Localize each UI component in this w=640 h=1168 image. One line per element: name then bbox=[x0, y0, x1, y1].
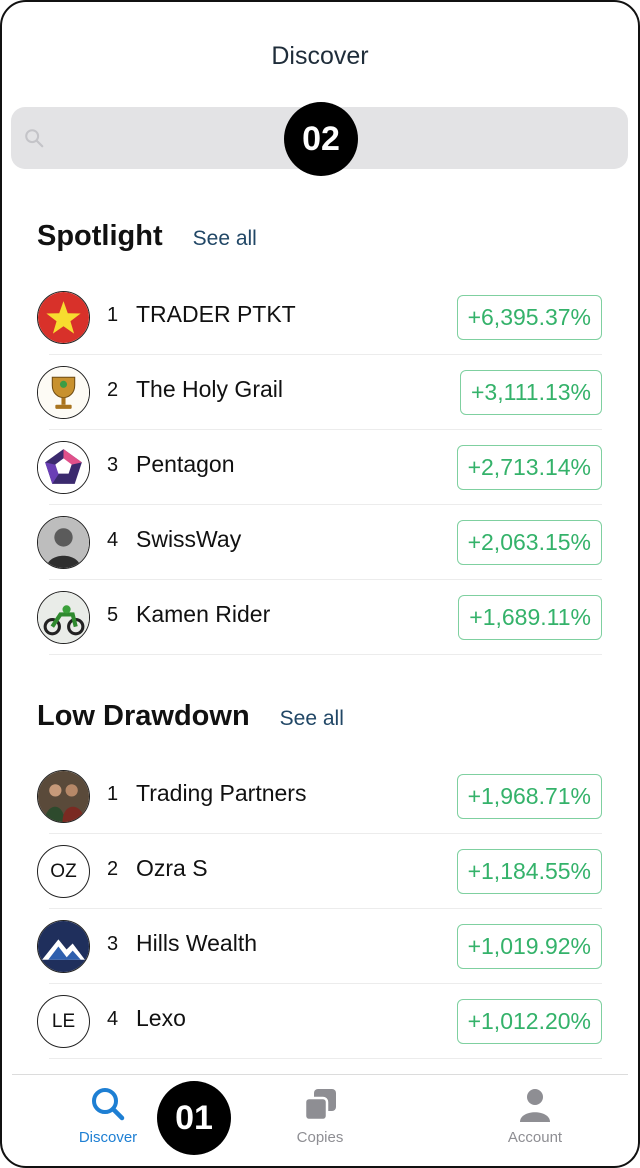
list-item[interactable]: 2 The Holy Grail +3,111.13% bbox=[37, 355, 602, 430]
trader-name: The Holy Grail bbox=[136, 376, 283, 402]
tab-account[interactable]: Account bbox=[480, 1085, 590, 1146]
trader-name: Kamen Rider bbox=[136, 601, 271, 627]
list-item[interactable]: 5 Kamen Rider +1,689.11% bbox=[37, 580, 602, 655]
page-title: Discover bbox=[271, 42, 369, 70]
low-drawdown-see-all-link[interactable]: See all bbox=[280, 707, 344, 731]
trader-name: Ozra S bbox=[136, 855, 208, 881]
gain-badge: +1,184.55% bbox=[456, 849, 602, 894]
mountain-logo-icon bbox=[37, 920, 90, 973]
trader-name: Trading Partners bbox=[136, 780, 307, 806]
list-item[interactable]: OZ 2 Ozra S +1,184.55% bbox=[37, 834, 602, 909]
tab-discover[interactable]: Discover bbox=[53, 1085, 163, 1146]
divider bbox=[49, 1058, 602, 1059]
copies-icon bbox=[303, 1089, 336, 1122]
rank: 3 bbox=[107, 933, 119, 955]
step-marker-top: 02 bbox=[284, 102, 358, 176]
section-title: Low Drawdown bbox=[37, 700, 250, 732]
list-item[interactable]: LE 4 Lexo +1,012.20% bbox=[37, 984, 602, 1059]
gain-badge: +1,968.71% bbox=[456, 774, 602, 819]
list-item[interactable]: 1 Trading Partners +1,968.71% bbox=[37, 759, 602, 834]
tab-copies[interactable]: Copies bbox=[265, 1085, 375, 1146]
tab-label: Discover bbox=[78, 1129, 138, 1146]
person-icon bbox=[520, 1089, 550, 1122]
initials-avatar: OZ bbox=[37, 845, 90, 898]
gain-badge: +2,713.14% bbox=[456, 445, 602, 490]
search-icon bbox=[92, 1088, 125, 1121]
phone-frame: Discover 02 Spotlight See all 1 TRADER P… bbox=[0, 0, 640, 1168]
motorcycle-icon bbox=[37, 591, 90, 644]
rank: 1 bbox=[107, 783, 119, 805]
tab-bar: Discover Copies Account bbox=[12, 1074, 628, 1166]
tab-label: Copies bbox=[296, 1129, 344, 1146]
gain-badge: +6,395.37% bbox=[456, 295, 602, 340]
star-flag-icon bbox=[37, 291, 90, 344]
section-title: Spotlight bbox=[37, 220, 163, 252]
list-item[interactable]: 4 SwissWay +2,063.15% bbox=[37, 505, 602, 580]
gain-badge: +3,111.13% bbox=[460, 370, 602, 415]
pentagon-logo-icon bbox=[37, 441, 90, 494]
rank: 2 bbox=[107, 379, 119, 401]
divider bbox=[49, 654, 602, 655]
trader-name: Pentagon bbox=[136, 451, 235, 477]
search-icon bbox=[25, 129, 44, 148]
rank: 5 bbox=[107, 604, 119, 626]
trader-name: TRADER PTKT bbox=[136, 301, 296, 327]
list-item[interactable]: 3 Pentagon +2,713.14% bbox=[37, 430, 602, 505]
low-drawdown-header: Low Drawdown See all bbox=[37, 700, 344, 733]
rank: 2 bbox=[107, 858, 119, 880]
trader-name: Hills Wealth bbox=[136, 930, 257, 956]
rank: 1 bbox=[107, 304, 119, 326]
person-photo-icon bbox=[37, 516, 90, 569]
initials-avatar: LE bbox=[37, 995, 90, 1048]
list-item[interactable]: 3 Hills Wealth +1,019.92% bbox=[37, 909, 602, 984]
trader-name: SwissWay bbox=[136, 526, 242, 552]
spotlight-header: Spotlight See all bbox=[37, 220, 257, 253]
tab-label: Account bbox=[507, 1129, 563, 1146]
spotlight-see-all-link[interactable]: See all bbox=[193, 227, 257, 251]
gain-badge: +1,019.92% bbox=[456, 924, 602, 969]
gain-badge: +1,689.11% bbox=[458, 595, 602, 640]
rank: 3 bbox=[107, 454, 119, 476]
list-item[interactable]: 1 TRADER PTKT +6,395.37% bbox=[37, 280, 602, 355]
trader-name: Lexo bbox=[136, 1005, 186, 1031]
rank: 4 bbox=[107, 529, 119, 551]
gain-badge: +1,012.20% bbox=[456, 999, 602, 1044]
trophy-icon bbox=[37, 366, 90, 419]
gain-badge: +2,063.15% bbox=[456, 520, 602, 565]
step-marker-bottom: 01 bbox=[157, 1081, 231, 1155]
group-photo-icon bbox=[37, 770, 90, 823]
rank: 4 bbox=[107, 1008, 119, 1030]
